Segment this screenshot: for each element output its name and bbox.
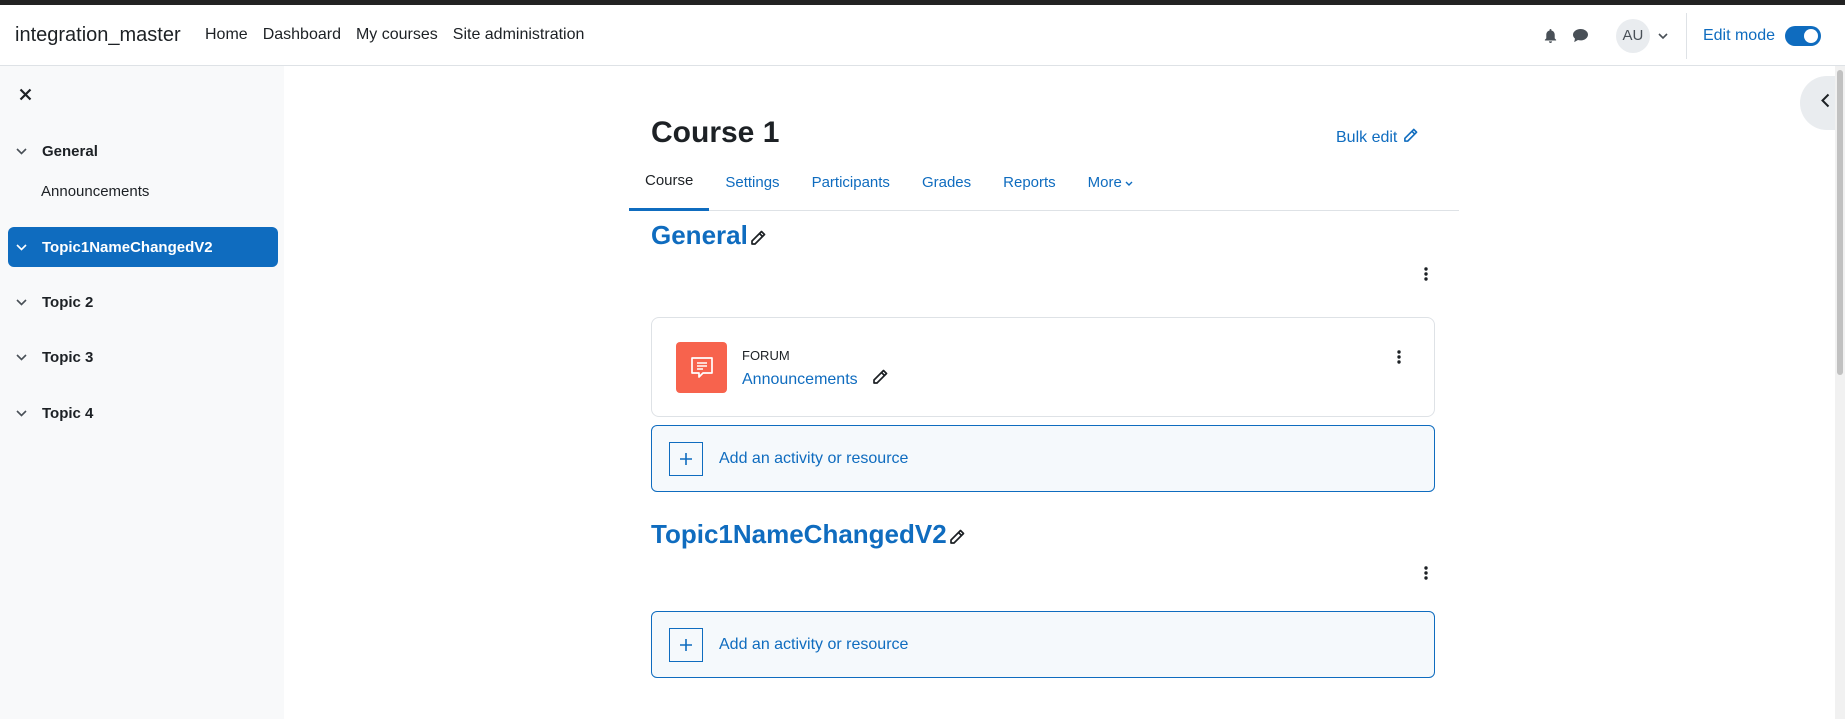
section-label: Topic1NameChangedV2 bbox=[42, 238, 213, 256]
user-avatar[interactable]: AU bbox=[1615, 18, 1650, 53]
add-activity-label: Add an activity or resource bbox=[719, 635, 909, 653]
section-label: General bbox=[42, 142, 98, 160]
course-index-activity-announcements[interactable]: Announcements bbox=[41, 183, 149, 200]
main-content: Course 1 Bulk edit Course Settings Parti… bbox=[284, 66, 1845, 719]
bulk-edit-label: Bulk edit bbox=[1336, 129, 1398, 146]
close-drawer-icon[interactable] bbox=[15, 84, 35, 104]
chevron-down-icon[interactable] bbox=[8, 147, 34, 155]
section-title-text[interactable]: Topic1NameChangedV2 bbox=[651, 519, 947, 550]
nav-site-administration[interactable]: Site administration bbox=[453, 26, 585, 44]
section-label: Topic 3 bbox=[42, 348, 94, 366]
notifications-bell-icon[interactable] bbox=[1536, 21, 1566, 51]
activity-actions-kebab-icon[interactable] bbox=[1389, 347, 1409, 367]
course-index-section-general[interactable]: General bbox=[8, 131, 278, 171]
tab-grades[interactable]: Grades bbox=[906, 153, 987, 211]
nav-dashboard[interactable]: Dashboard bbox=[263, 26, 341, 44]
edit-section-name-pencil-icon[interactable] bbox=[750, 222, 766, 253]
edit-mode-label[interactable]: Edit mode bbox=[1703, 27, 1775, 45]
section-topic1-actions-kebab-icon[interactable] bbox=[1416, 563, 1436, 583]
site-brand[interactable]: integration_master bbox=[15, 24, 181, 47]
section-title-text[interactable]: General bbox=[651, 220, 748, 251]
navbar: integration_master Home Dashboard My cou… bbox=[0, 5, 1845, 66]
activity-card-announcements: FORUM Announcements bbox=[651, 317, 1435, 417]
chevron-down-icon[interactable] bbox=[8, 409, 34, 417]
add-activity-button-general[interactable]: Add an activity or resource bbox=[651, 425, 1435, 492]
course-index-section-topic3[interactable]: Topic 3 bbox=[8, 337, 278, 377]
bulk-edit-button[interactable]: Bulk edit bbox=[1336, 128, 1418, 148]
edit-activity-name-pencil-icon[interactable] bbox=[872, 369, 888, 390]
messages-chat-icon[interactable] bbox=[1566, 21, 1596, 51]
navbar-divider bbox=[1685, 12, 1687, 59]
tab-settings[interactable]: Settings bbox=[709, 153, 795, 211]
section-title-topic1[interactable]: Topic1NameChangedV2 bbox=[651, 517, 965, 552]
add-activity-label: Add an activity or resource bbox=[719, 449, 909, 467]
nav-home[interactable]: Home bbox=[205, 26, 248, 44]
plus-icon bbox=[669, 441, 703, 476]
pencil-icon bbox=[1403, 128, 1418, 148]
edit-mode-toggle[interactable] bbox=[1785, 25, 1821, 46]
chevron-down-icon bbox=[1125, 174, 1133, 191]
scrollbar-thumb[interactable] bbox=[1837, 70, 1843, 375]
navbar-right: AU Edit mode bbox=[1536, 5, 1845, 66]
tab-participants[interactable]: Participants bbox=[796, 153, 906, 211]
add-activity-button-topic1[interactable]: Add an activity or resource bbox=[651, 611, 1435, 678]
page-scrollbar[interactable] bbox=[1835, 66, 1845, 719]
edit-section-name-pencil-icon[interactable] bbox=[949, 521, 965, 552]
chevron-down-icon[interactable] bbox=[8, 353, 34, 361]
course-index-section-topic1[interactable]: Topic1NameChangedV2 bbox=[8, 227, 278, 267]
course-index-section-topic4[interactable]: Topic 4 bbox=[8, 393, 278, 433]
tab-reports[interactable]: Reports bbox=[987, 153, 1072, 211]
user-menu-chevron-down-icon[interactable] bbox=[1658, 27, 1668, 45]
section-title-general[interactable]: General bbox=[651, 218, 766, 253]
tab-more[interactable]: More bbox=[1072, 153, 1149, 211]
section-label: Topic 2 bbox=[42, 293, 94, 311]
primary-navigation: Home Dashboard My courses Site administr… bbox=[205, 26, 599, 44]
activity-name[interactable]: Announcements bbox=[742, 371, 858, 389]
tab-course[interactable]: Course bbox=[629, 153, 710, 211]
plus-icon bbox=[669, 627, 703, 662]
activity-name-link[interactable]: Announcements bbox=[742, 369, 888, 390]
chevron-left-icon bbox=[1820, 93, 1830, 113]
section-general-actions-kebab-icon[interactable] bbox=[1416, 264, 1436, 284]
activity-type-label: FORUM bbox=[742, 348, 790, 363]
section-label: Topic 4 bbox=[42, 404, 94, 422]
course-index-drawer: General Announcements Topic1NameChangedV… bbox=[0, 66, 284, 719]
chevron-down-icon[interactable] bbox=[8, 243, 34, 251]
page-title: Course 1 bbox=[651, 116, 780, 149]
chevron-down-icon[interactable] bbox=[8, 298, 34, 306]
nav-my-courses[interactable]: My courses bbox=[356, 26, 438, 44]
forum-icon bbox=[676, 342, 727, 393]
secondary-navigation: Course Settings Participants Grades Repo… bbox=[629, 152, 1459, 211]
tab-more-label: More bbox=[1087, 173, 1122, 191]
course-index-section-topic2[interactable]: Topic 2 bbox=[8, 282, 278, 322]
